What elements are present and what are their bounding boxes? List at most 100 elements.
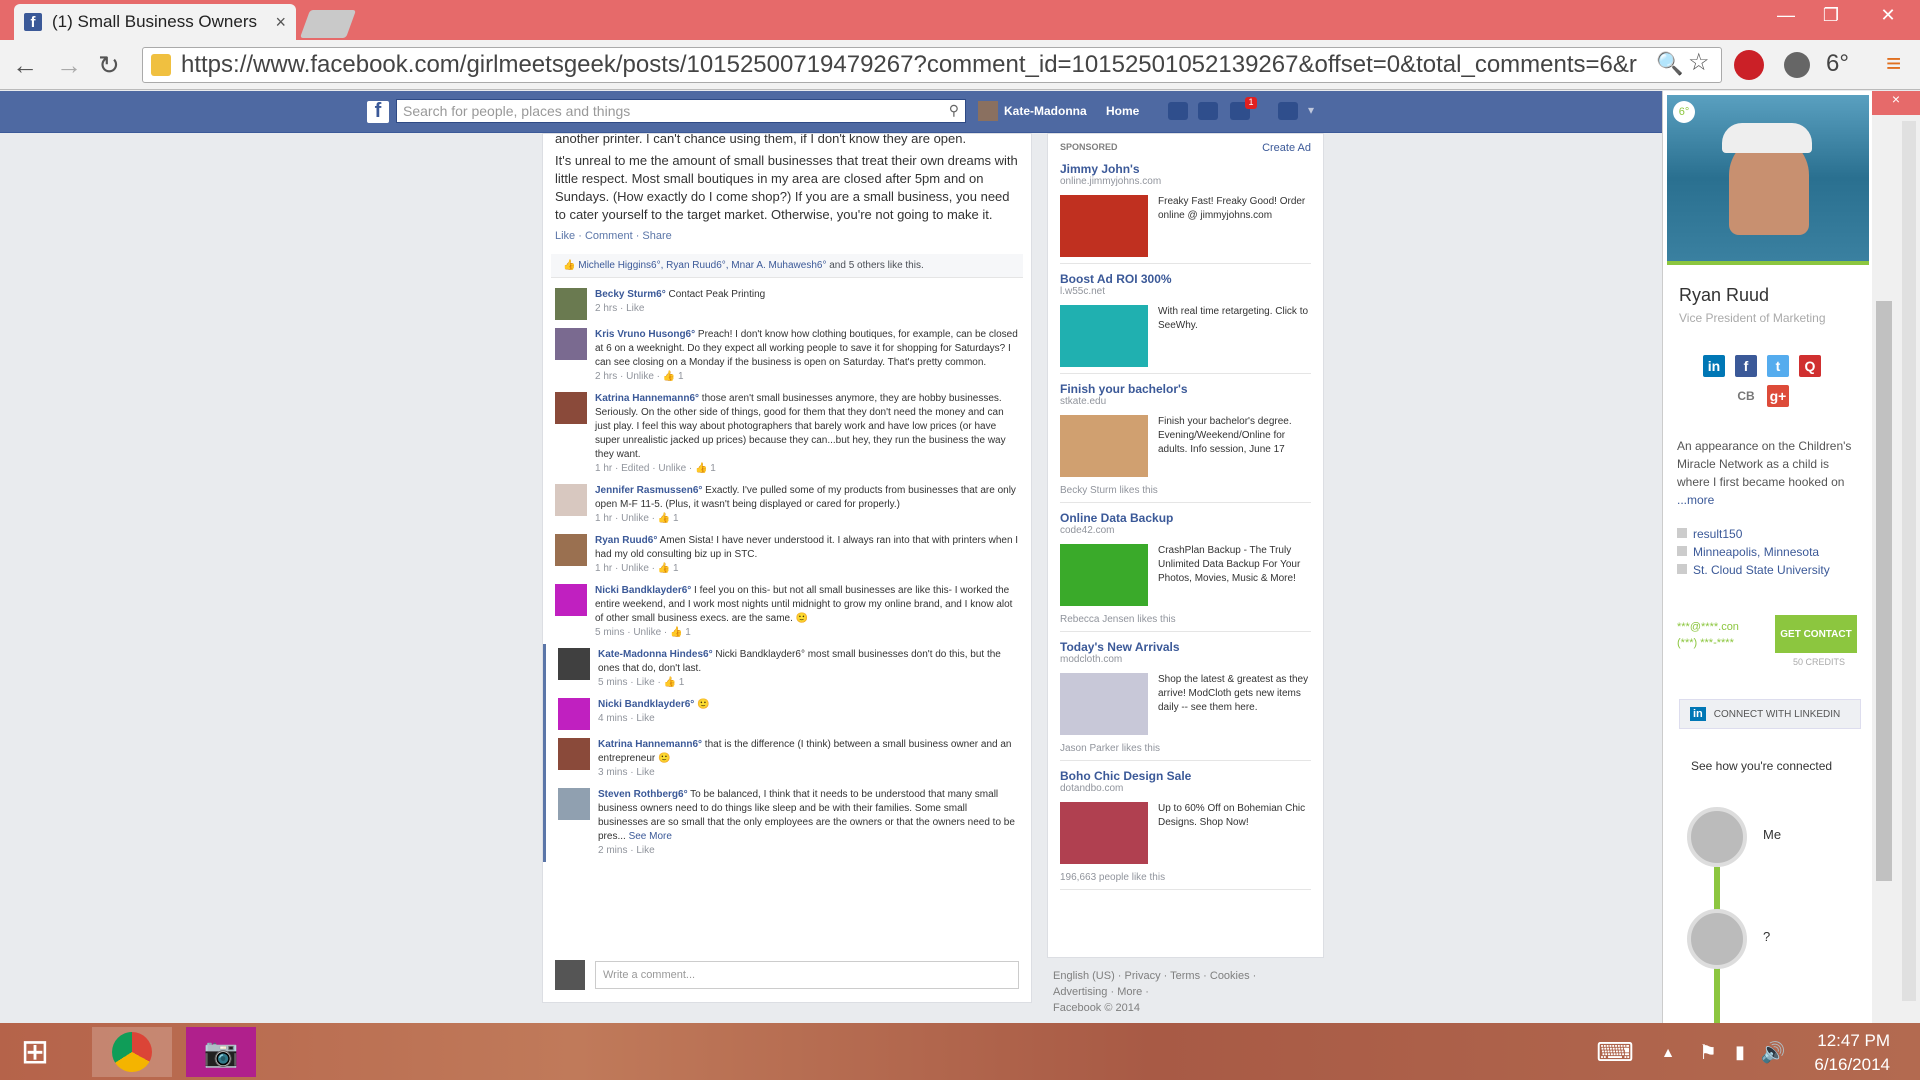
get-contact-button[interactable]: GET CONTACT bbox=[1775, 615, 1857, 653]
signal-icon[interactable]: ▮ bbox=[1728, 1027, 1752, 1077]
google-plus-icon[interactable]: g+ bbox=[1767, 385, 1789, 407]
search-icon[interactable]: ⚲ bbox=[949, 102, 959, 119]
scrollbar[interactable]: × bbox=[1872, 91, 1920, 1023]
avatar[interactable] bbox=[555, 484, 587, 516]
address-bar[interactable]: https://www.facebook.com/girlmeetsgeek/p… bbox=[142, 47, 1722, 83]
ad-title[interactable]: Online Data Backup bbox=[1060, 511, 1311, 525]
comment-meta[interactable]: 2 hrs · Like bbox=[595, 302, 765, 316]
ad-item[interactable]: Online Data Backup code42.com CrashPlan Ba… bbox=[1060, 503, 1311, 632]
comment-meta[interactable]: 4 mins · Like bbox=[598, 712, 710, 726]
connect-linkedin-button[interactable]: in CONNECT WITH LINKEDIN bbox=[1679, 699, 1861, 729]
footer-links[interactable]: Advertising · More · bbox=[1053, 984, 1313, 1000]
quora-icon[interactable]: Q bbox=[1799, 355, 1821, 377]
volume-icon[interactable]: 🔊 bbox=[1760, 1027, 1786, 1077]
post-actions[interactable]: Like · Comment · Share bbox=[543, 224, 1031, 248]
commenter-name[interactable]: Katrina Hannemann6° bbox=[595, 393, 699, 404]
comment-meta[interactable]: 1 hr · Unlike · 👍 1 bbox=[595, 512, 1019, 526]
friend-requests-icon[interactable] bbox=[1168, 102, 1188, 120]
commenter-name[interactable]: Ryan Ruud6° bbox=[595, 535, 657, 546]
menu-icon[interactable]: ≡ bbox=[1886, 48, 1901, 79]
info-row[interactable]: Minneapolis, Minnesota bbox=[1677, 545, 1819, 559]
sixth-degree-icon[interactable]: 6° bbox=[1826, 50, 1849, 78]
restore-button[interactable]: ❐ bbox=[1808, 0, 1854, 30]
search-icon[interactable]: 🔍 bbox=[1656, 51, 1683, 77]
commenter-name[interactable]: Jennifer Rasmussen6° bbox=[595, 485, 702, 496]
comment-meta[interactable]: 1 hr · Edited · Unlike · 👍 1 bbox=[595, 462, 1019, 476]
commenter-name[interactable]: Nicki Bandklayder6° bbox=[598, 699, 694, 710]
scrollbar-thumb[interactable] bbox=[1876, 301, 1892, 881]
ad-image[interactable] bbox=[1060, 673, 1148, 735]
show-hidden-icons[interactable]: ▲ bbox=[1656, 1027, 1680, 1077]
comment-meta[interactable]: 5 mins · Unlike · 👍 1 bbox=[595, 626, 1019, 640]
facebook-icon[interactable]: f bbox=[1735, 355, 1757, 377]
info-row[interactable]: result150 bbox=[1677, 527, 1742, 541]
ad-title[interactable]: Today's New Arrivals bbox=[1060, 640, 1311, 654]
commenter-name[interactable]: Katrina Hannemann6° bbox=[598, 739, 702, 750]
comment-meta[interactable]: 1 hr · Unlike · 👍 1 bbox=[595, 562, 1019, 576]
avatar[interactable] bbox=[555, 584, 587, 616]
chevron-down-icon[interactable]: ▾ bbox=[1308, 103, 1314, 117]
ad-item[interactable]: Jimmy John's online.jimmyjohns.com Freaky … bbox=[1060, 154, 1311, 264]
commenter-name[interactable]: Nicki Bandklayder6° bbox=[595, 585, 691, 596]
comment-meta[interactable]: 2 mins · Like bbox=[598, 844, 1019, 858]
commenter-name[interactable]: Becky Sturm6° bbox=[595, 289, 666, 300]
footer-links[interactable]: English (US) · Privacy · Terms · Cookies… bbox=[1053, 968, 1313, 984]
comment-meta[interactable]: 2 hrs · Unlike · 👍 1 bbox=[595, 370, 1019, 384]
browser-tab[interactable]: f (1) Small Business Owners × bbox=[14, 4, 296, 40]
ad-image[interactable] bbox=[1060, 195, 1148, 257]
ad-title[interactable]: Boho Chic Design Sale bbox=[1060, 769, 1311, 783]
avatar[interactable] bbox=[558, 738, 590, 770]
more-link[interactable]: ...more bbox=[1677, 493, 1714, 507]
create-ad-link[interactable]: Create Ad bbox=[1262, 142, 1311, 154]
close-panel-icon[interactable]: × bbox=[1872, 91, 1920, 115]
ad-title[interactable]: Finish your bachelor's bbox=[1060, 382, 1311, 396]
avatar[interactable] bbox=[555, 288, 587, 320]
avatar[interactable] bbox=[555, 534, 587, 566]
reload-icon[interactable]: ↻ bbox=[98, 50, 120, 81]
facebook-logo-icon[interactable]: f bbox=[367, 100, 389, 123]
ad-image[interactable] bbox=[1060, 305, 1148, 367]
ad-image[interactable] bbox=[1060, 415, 1148, 477]
see-more-link[interactable]: See More bbox=[629, 831, 672, 842]
messages-icon[interactable] bbox=[1198, 102, 1218, 120]
comment-input[interactable]: Write a comment... bbox=[595, 961, 1019, 989]
camera-taskbar-icon[interactable]: 📷 bbox=[186, 1027, 256, 1077]
bookmark-star-icon[interactable]: ☆ bbox=[1688, 48, 1710, 77]
avatar[interactable] bbox=[558, 788, 590, 820]
avatar[interactable] bbox=[558, 698, 590, 730]
crunchbase-icon[interactable]: CB bbox=[1735, 385, 1757, 407]
ad-title[interactable]: Boost Ad ROI 300% bbox=[1060, 272, 1311, 286]
home-link[interactable]: Home bbox=[1106, 104, 1139, 118]
search-input[interactable]: Search for people, places and things ⚲ bbox=[396, 99, 966, 123]
ad-image[interactable] bbox=[1060, 544, 1148, 606]
info-row[interactable]: St. Cloud State University bbox=[1677, 563, 1830, 577]
close-window-button[interactable]: ✕ bbox=[1860, 0, 1916, 30]
minimize-button[interactable]: — bbox=[1763, 0, 1809, 30]
chrome-taskbar-icon[interactable] bbox=[92, 1027, 172, 1077]
page-scrollbar[interactable] bbox=[1902, 121, 1916, 1001]
ad-item[interactable]: Finish your bachelor's stkate.edu Finish y… bbox=[1060, 374, 1311, 503]
commenter-name[interactable]: Steven Rothberg6° bbox=[598, 789, 688, 800]
back-arrow-icon[interactable]: ← bbox=[12, 50, 38, 81]
comment-meta[interactable]: 5 mins · Like · 👍 1 bbox=[598, 676, 1019, 690]
flag-icon[interactable]: ⚑ bbox=[1696, 1027, 1720, 1077]
forward-arrow-icon[interactable]: → bbox=[56, 50, 82, 81]
new-tab-button[interactable] bbox=[299, 10, 357, 38]
comment-meta[interactable]: 3 mins · Like bbox=[598, 766, 1019, 780]
system-clock[interactable]: 12:47 PM 6/16/2014 bbox=[1814, 1029, 1890, 1077]
avatar[interactable] bbox=[555, 328, 587, 360]
profile-link[interactable]: Kate-Madonna bbox=[978, 101, 1087, 121]
commenter-name[interactable]: Kate-Madonna Hindes6° bbox=[598, 649, 713, 660]
avatar[interactable] bbox=[555, 392, 587, 424]
twitter-icon[interactable]: t bbox=[1767, 355, 1789, 377]
likers[interactable]: Michelle Higgins6°, Ryan Ruud6°, Mnar A.… bbox=[578, 260, 826, 271]
privacy-shortcuts-icon[interactable] bbox=[1278, 102, 1298, 120]
keyboard-icon[interactable]: ⌨ bbox=[1590, 1027, 1640, 1077]
linkedin-icon[interactable]: in bbox=[1703, 355, 1725, 377]
ad-item[interactable]: Boho Chic Design Sale dotandbo.com Up to 6… bbox=[1060, 761, 1311, 890]
pinterest-icon[interactable] bbox=[1734, 50, 1764, 80]
start-button[interactable]: ⊞ bbox=[10, 1027, 60, 1077]
avatar[interactable] bbox=[558, 648, 590, 680]
extension-icon[interactable] bbox=[1784, 52, 1810, 78]
ad-image[interactable] bbox=[1060, 802, 1148, 864]
